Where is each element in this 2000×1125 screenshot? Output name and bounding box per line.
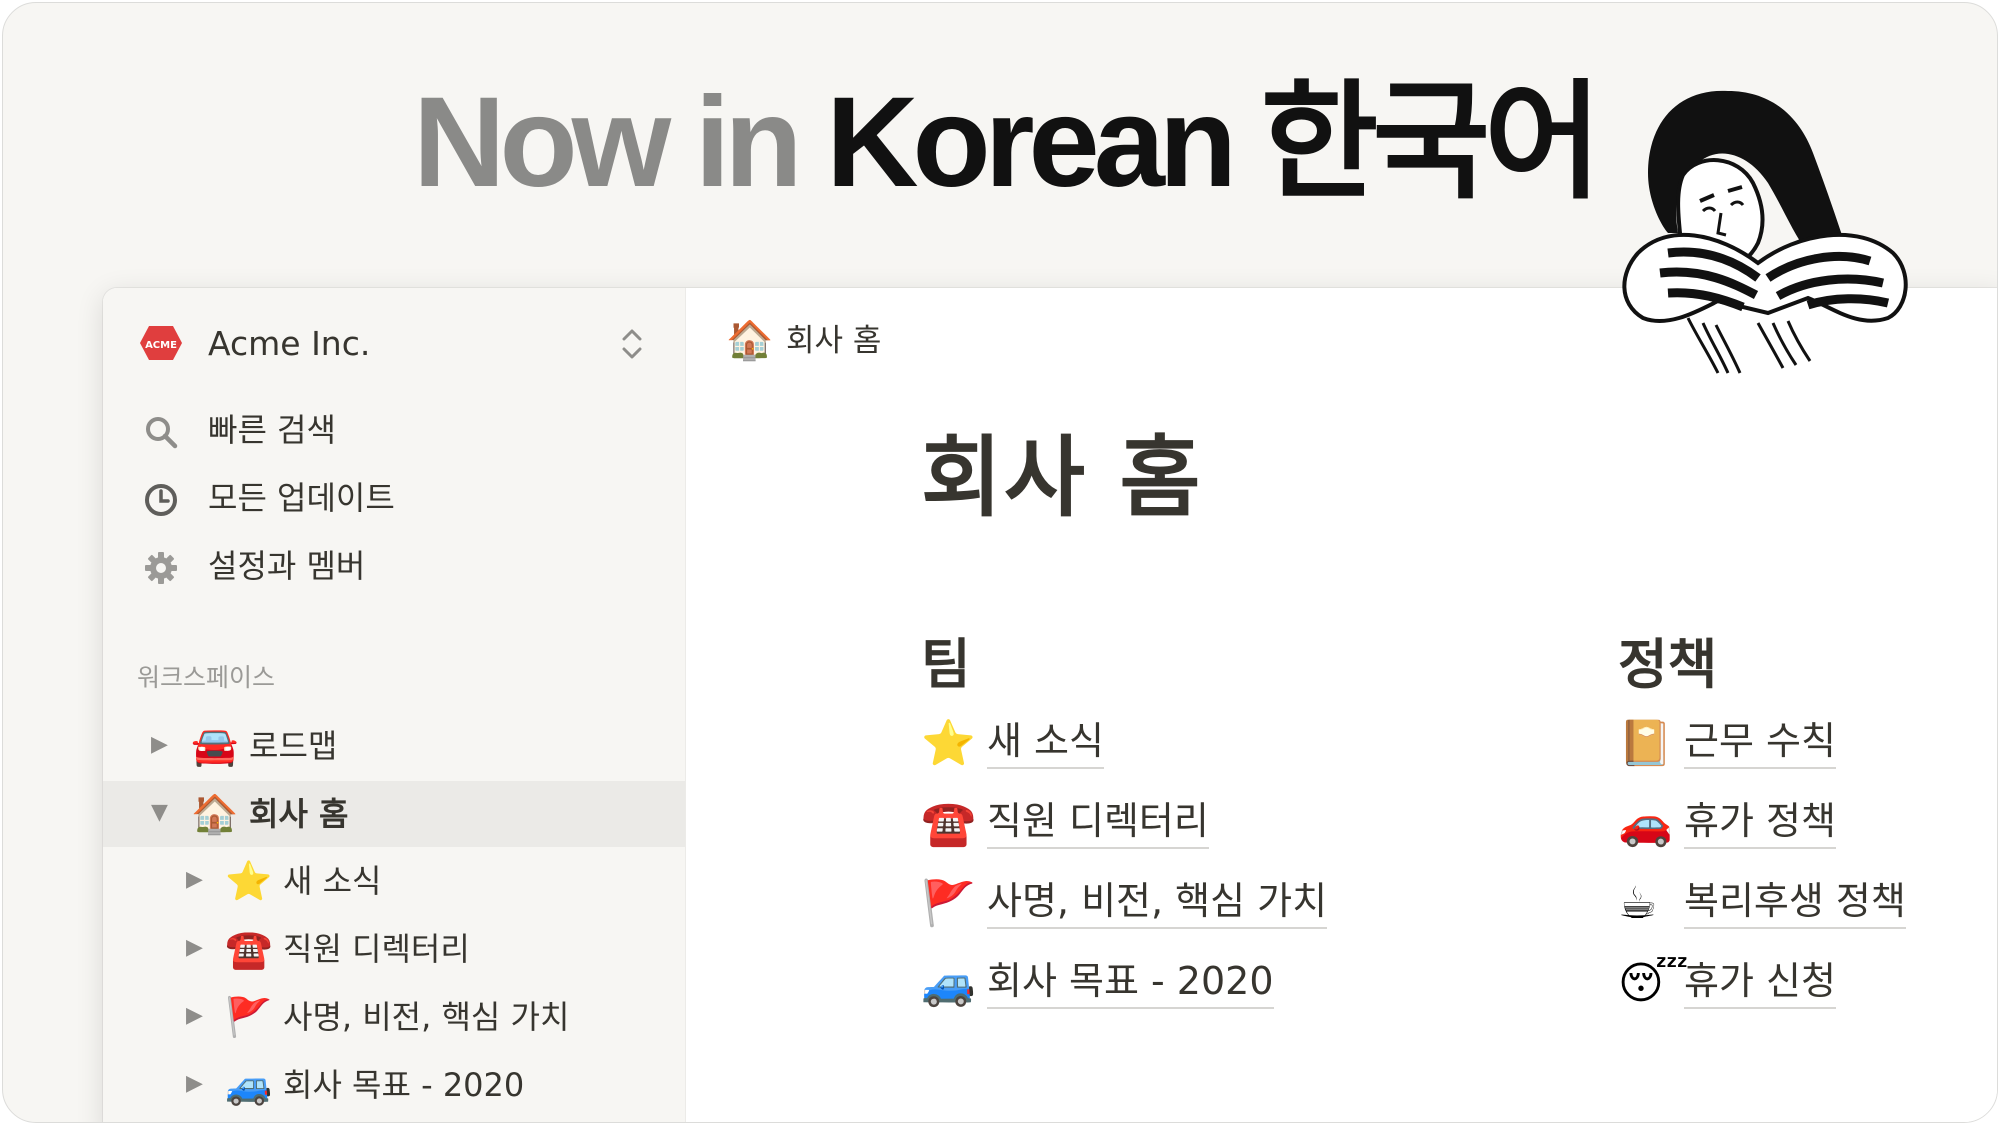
- sidebar-item-settings[interactable]: 설정과 멤버: [103, 536, 685, 596]
- notebook-icon: 📔: [1618, 718, 1673, 769]
- sidebar-page-directory[interactable]: ▶ ☎️ 직원 디렉터리: [103, 916, 685, 982]
- sidebar-page-mission[interactable]: ▶ 🚩 사명, 비전, 핵심 가치: [103, 984, 685, 1050]
- main-content: 🏠 회사 홈 회사 홈 팀 ⭐ 새 소식 ☎️ 직원 디렉터리 🚩 사명, 비전…: [686, 288, 1997, 1122]
- expand-toggle-icon[interactable]: ▶: [151, 733, 171, 757]
- sidebar-page-goals[interactable]: ▶ 🚙 회사 목표 - 2020: [103, 1052, 685, 1118]
- sidebar-item-all-updates[interactable]: 모든 업데이트: [103, 468, 685, 528]
- app-window: ACME Acme Inc. 빠른 검색 모든 업데이트 설정과 멤버 워크스페…: [103, 288, 1997, 1122]
- page-link-label[interactable]: 새 소식: [987, 717, 1104, 769]
- sidebar-page-label: 로드맵: [249, 727, 338, 765]
- house-icon: 🏠: [726, 318, 774, 362]
- clock-icon: [145, 484, 177, 516]
- workspace-name: Acme Inc.: [208, 324, 371, 363]
- section-label-workspace: 워크스페이스: [137, 663, 276, 692]
- sidebar-page-label: 새 소식: [283, 862, 382, 900]
- chevron-updown-icon[interactable]: [618, 324, 646, 364]
- sidebar-item-label: 모든 업데이트: [208, 479, 395, 517]
- gear-icon: [145, 552, 177, 584]
- car-icon: 🚘: [191, 724, 239, 768]
- sidebar-page-label: 직원 디렉터리: [283, 930, 470, 968]
- house-icon: 🏠: [191, 792, 239, 836]
- sidebar-item-quick-search[interactable]: 빠른 검색: [103, 400, 685, 460]
- column-heading-policy: 정책: [1618, 633, 1718, 696]
- page-link-label[interactable]: 복리후생 정책: [1684, 877, 1906, 929]
- sidebar-page-company-home[interactable]: ▼ 🏠 회사 홈: [103, 781, 685, 847]
- page-link-label[interactable]: 휴가 정책: [1684, 797, 1836, 849]
- page-link-label[interactable]: 사명, 비전, 핵심 가치: [987, 877, 1328, 929]
- search-icon: [146, 417, 178, 449]
- woman-illustration: [1622, 90, 1908, 374]
- sidebar-page-label: 사명, 비전, 핵심 가치: [283, 998, 570, 1036]
- collapse-toggle-icon[interactable]: ▼: [151, 801, 171, 825]
- headline-black: Korean 한국어: [826, 71, 1602, 214]
- telephone-icon: ☎️: [225, 927, 273, 971]
- headline-grey: Now in: [413, 71, 827, 214]
- headline: Now in Korean 한국어: [413, 79, 1602, 207]
- flag-icon: 🚩: [921, 878, 976, 929]
- expand-toggle-icon[interactable]: ▶: [186, 1004, 206, 1028]
- page-link-label[interactable]: 휴가 신청: [1684, 957, 1836, 1009]
- flag-icon: 🚩: [225, 995, 273, 1039]
- telephone-icon: ☎️: [921, 798, 976, 849]
- suv-icon: 🚙: [225, 1063, 273, 1107]
- car-icon: 🚗: [1618, 798, 1673, 849]
- sidebar-page-label: 회사 목표 - 2020: [283, 1066, 525, 1104]
- page-link-label[interactable]: 직원 디렉터리: [987, 797, 1209, 849]
- expand-toggle-icon[interactable]: ▶: [186, 936, 206, 960]
- sleeping-face-icon: 😴: [1618, 958, 1689, 1009]
- sidebar-page-label: 회사 홈: [249, 795, 349, 833]
- breadcrumb-label: 회사 홈: [786, 323, 882, 359]
- acme-logo-icon: ACME: [140, 326, 182, 360]
- sidebar-item-label: 설정과 멤버: [208, 547, 366, 585]
- star-icon: ⭐: [225, 859, 273, 903]
- suv-icon: 🚙: [921, 958, 976, 1009]
- acme-logo-text: ACME: [145, 340, 177, 351]
- sidebar-page-roadmap[interactable]: ▶ 🚘 로드맵: [103, 713, 685, 779]
- sidebar-item-label: 빠른 검색: [208, 411, 336, 449]
- expand-toggle-icon[interactable]: ▶: [186, 1072, 206, 1096]
- expand-toggle-icon[interactable]: ▶: [186, 868, 206, 892]
- page-title: 회사 홈: [921, 426, 1203, 529]
- page-link-label[interactable]: 근무 수칙: [1684, 717, 1836, 769]
- workspace-switcher[interactable]: ACME Acme Inc.: [103, 288, 685, 398]
- sidebar: ACME Acme Inc. 빠른 검색 모든 업데이트 설정과 멤버 워크스페…: [103, 288, 686, 1122]
- coffee-icon: ☕: [1618, 878, 1658, 929]
- column-heading-team: 팀: [921, 633, 971, 696]
- promo-banner: Now in Korean 한국어 ACME Acme Inc. 빠른 검색 모…: [2, 2, 1998, 1123]
- sidebar-page-news[interactable]: ▶ ⭐ 새 소식: [103, 848, 685, 914]
- page-link-label[interactable]: 회사 목표 - 2020: [987, 957, 1274, 1009]
- star-icon: ⭐: [921, 718, 976, 769]
